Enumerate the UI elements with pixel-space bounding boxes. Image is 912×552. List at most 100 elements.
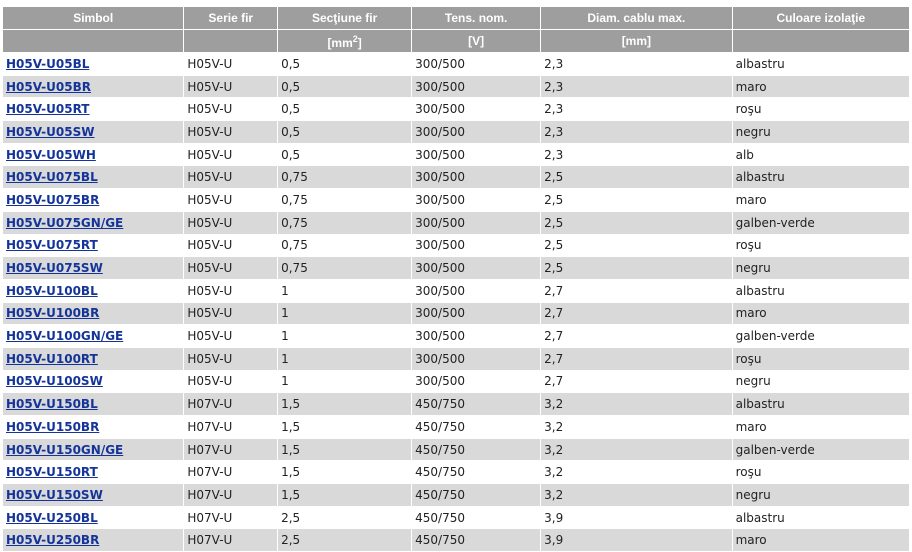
cell-section: 0,75: [278, 189, 413, 212]
cell-series: H07V-U: [184, 461, 279, 485]
cell-diameter: 2,7: [541, 279, 733, 303]
cell-series: H07V-U: [184, 438, 279, 462]
cell-color: roşu: [732, 234, 910, 258]
cell-voltage: 300/500: [412, 347, 542, 371]
table-row: H05V-U075SW H05V-U 0,75 300/500 2,5 negru: [3, 257, 910, 280]
cell-color: alb: [732, 143, 910, 167]
cell-series: H07V-U: [184, 416, 279, 439]
unit-series: [184, 30, 279, 53]
product-symbol-link[interactable]: H05V-U05BR: [6, 80, 91, 94]
cell-voltage: 450/750: [412, 529, 542, 552]
cell-symbol: H05V-U075GN/GE: [3, 211, 185, 235]
cell-color: albastru: [732, 393, 910, 416]
cell-diameter: 3,9: [541, 506, 733, 530]
product-symbol-link[interactable]: H05V-U100SW: [6, 374, 103, 388]
cell-series: H05V-U: [184, 75, 279, 99]
product-symbol-link[interactable]: H05V-U150RT: [6, 465, 98, 479]
cell-diameter: 2,7: [541, 302, 733, 326]
product-symbol-link[interactable]: H05V-U100GN/GE: [6, 329, 123, 343]
table-row: H05V-U05SW H05V-U 0,5 300/500 2,3 negru: [3, 121, 910, 144]
cell-diameter: 3,2: [541, 393, 733, 416]
cell-section: 1,5: [278, 461, 413, 485]
cell-section: 1: [278, 347, 413, 371]
cell-section: 0,75: [278, 257, 413, 280]
cell-symbol: H05V-U150RT: [3, 461, 185, 485]
product-symbol-link[interactable]: H05V-U250BL: [6, 511, 98, 525]
cell-color: albastru: [732, 53, 910, 76]
product-symbol-link[interactable]: H05V-U250BR: [6, 533, 99, 547]
cell-section: 1: [278, 279, 413, 303]
cell-diameter: 2,7: [541, 325, 733, 348]
table-row: H05V-U150BR H07V-U 1,5 450/750 3,2 maro: [3, 416, 910, 439]
product-symbol-link[interactable]: H05V-U150SW: [6, 488, 103, 502]
cell-symbol: H05V-U075BL: [3, 166, 185, 190]
table-row: H05V-U150SW H07V-U 1,5 450/750 3,2 negru: [3, 484, 910, 507]
product-symbol-link[interactable]: H05V-U05SW: [6, 125, 94, 139]
header-diameter: Diam. cablu max.: [541, 7, 733, 30]
product-symbol-link[interactable]: H05V-U150BR: [6, 420, 99, 434]
cell-section: 1: [278, 302, 413, 326]
cell-diameter: 3,2: [541, 438, 733, 462]
cell-series: H07V-U: [184, 529, 279, 552]
cell-section: 0,5: [278, 143, 413, 167]
cell-voltage: 300/500: [412, 121, 542, 144]
cell-symbol: H05V-U250BR: [3, 529, 185, 552]
cell-color: negru: [732, 257, 910, 280]
cell-series: H05V-U: [184, 189, 279, 212]
cell-voltage: 300/500: [412, 325, 542, 348]
table-row: H05V-U100RT H05V-U 1 300/500 2,7 roşu: [3, 347, 910, 371]
cell-section: 0,75: [278, 211, 413, 235]
cell-section: 1: [278, 370, 413, 394]
cell-voltage: 300/500: [412, 279, 542, 303]
cell-section: 0,5: [278, 121, 413, 144]
product-symbol-link[interactable]: H05V-U05RT: [6, 102, 89, 116]
cell-section: 1: [278, 325, 413, 348]
product-symbol-link[interactable]: H05V-U100BR: [6, 306, 99, 320]
product-symbol-link[interactable]: H05V-U075BL: [6, 170, 98, 184]
product-symbol-link[interactable]: H05V-U100BL: [6, 284, 98, 298]
cell-symbol: H05V-U100BR: [3, 302, 185, 326]
cell-symbol: H05V-U05WH: [3, 143, 185, 167]
table-row: H05V-U100BL H05V-U 1 300/500 2,7 albastru: [3, 279, 910, 303]
cell-diameter: 2,5: [541, 189, 733, 212]
cell-section: 0,5: [278, 98, 413, 122]
cell-diameter: 2,3: [541, 121, 733, 144]
unit-symbol: [3, 30, 185, 53]
cell-section: 0,75: [278, 166, 413, 190]
cell-series: H05V-U: [184, 98, 279, 122]
product-symbol-link[interactable]: H05V-U075SW: [6, 261, 103, 275]
product-symbol-link[interactable]: H05V-U150BL: [6, 397, 98, 411]
cell-color: roşu: [732, 98, 910, 122]
cell-section: 0,75: [278, 234, 413, 258]
cell-color: maro: [732, 75, 910, 99]
cell-series: H05V-U: [184, 347, 279, 371]
cell-diameter: 2,5: [541, 211, 733, 235]
cell-voltage: 450/750: [412, 438, 542, 462]
product-symbol-link[interactable]: H05V-U05BL: [6, 57, 89, 71]
cell-series: H05V-U: [184, 53, 279, 76]
cell-series: H07V-U: [184, 484, 279, 507]
cell-symbol: H05V-U100BL: [3, 279, 185, 303]
cell-voltage: 300/500: [412, 257, 542, 280]
table-row: H05V-U150BL H07V-U 1,5 450/750 3,2 albastru: [3, 393, 910, 416]
cell-diameter: 2,3: [541, 75, 733, 99]
units-row: [mm2] [V] [mm]: [3, 30, 910, 53]
product-symbol-link[interactable]: H05V-U100RT: [6, 352, 98, 366]
cell-color: maro: [732, 302, 910, 326]
cell-voltage: 450/750: [412, 506, 542, 530]
cell-voltage: 300/500: [412, 234, 542, 258]
product-symbol-link[interactable]: H05V-U150GN/GE: [6, 443, 123, 457]
table-row: H05V-U05RT H05V-U 0,5 300/500 2,3 roşu: [3, 98, 910, 122]
cell-color: albastru: [732, 279, 910, 303]
product-symbol-link[interactable]: H05V-U075RT: [6, 238, 98, 252]
cell-voltage: 450/750: [412, 393, 542, 416]
cell-series: H07V-U: [184, 506, 279, 530]
product-symbol-link[interactable]: H05V-U075GN/GE: [6, 216, 123, 230]
cell-series: H05V-U: [184, 121, 279, 144]
cell-symbol: H05V-U05BL: [3, 53, 185, 76]
product-symbol-link[interactable]: H05V-U075BR: [6, 193, 99, 207]
product-symbol-link[interactable]: H05V-U05WH: [6, 148, 96, 162]
table-row: H05V-U150RT H07V-U 1,5 450/750 3,2 roşu: [3, 461, 910, 485]
table-row: H05V-U250BR H07V-U 2,5 450/750 3,9 maro: [3, 529, 910, 552]
cell-color: negru: [732, 121, 910, 144]
